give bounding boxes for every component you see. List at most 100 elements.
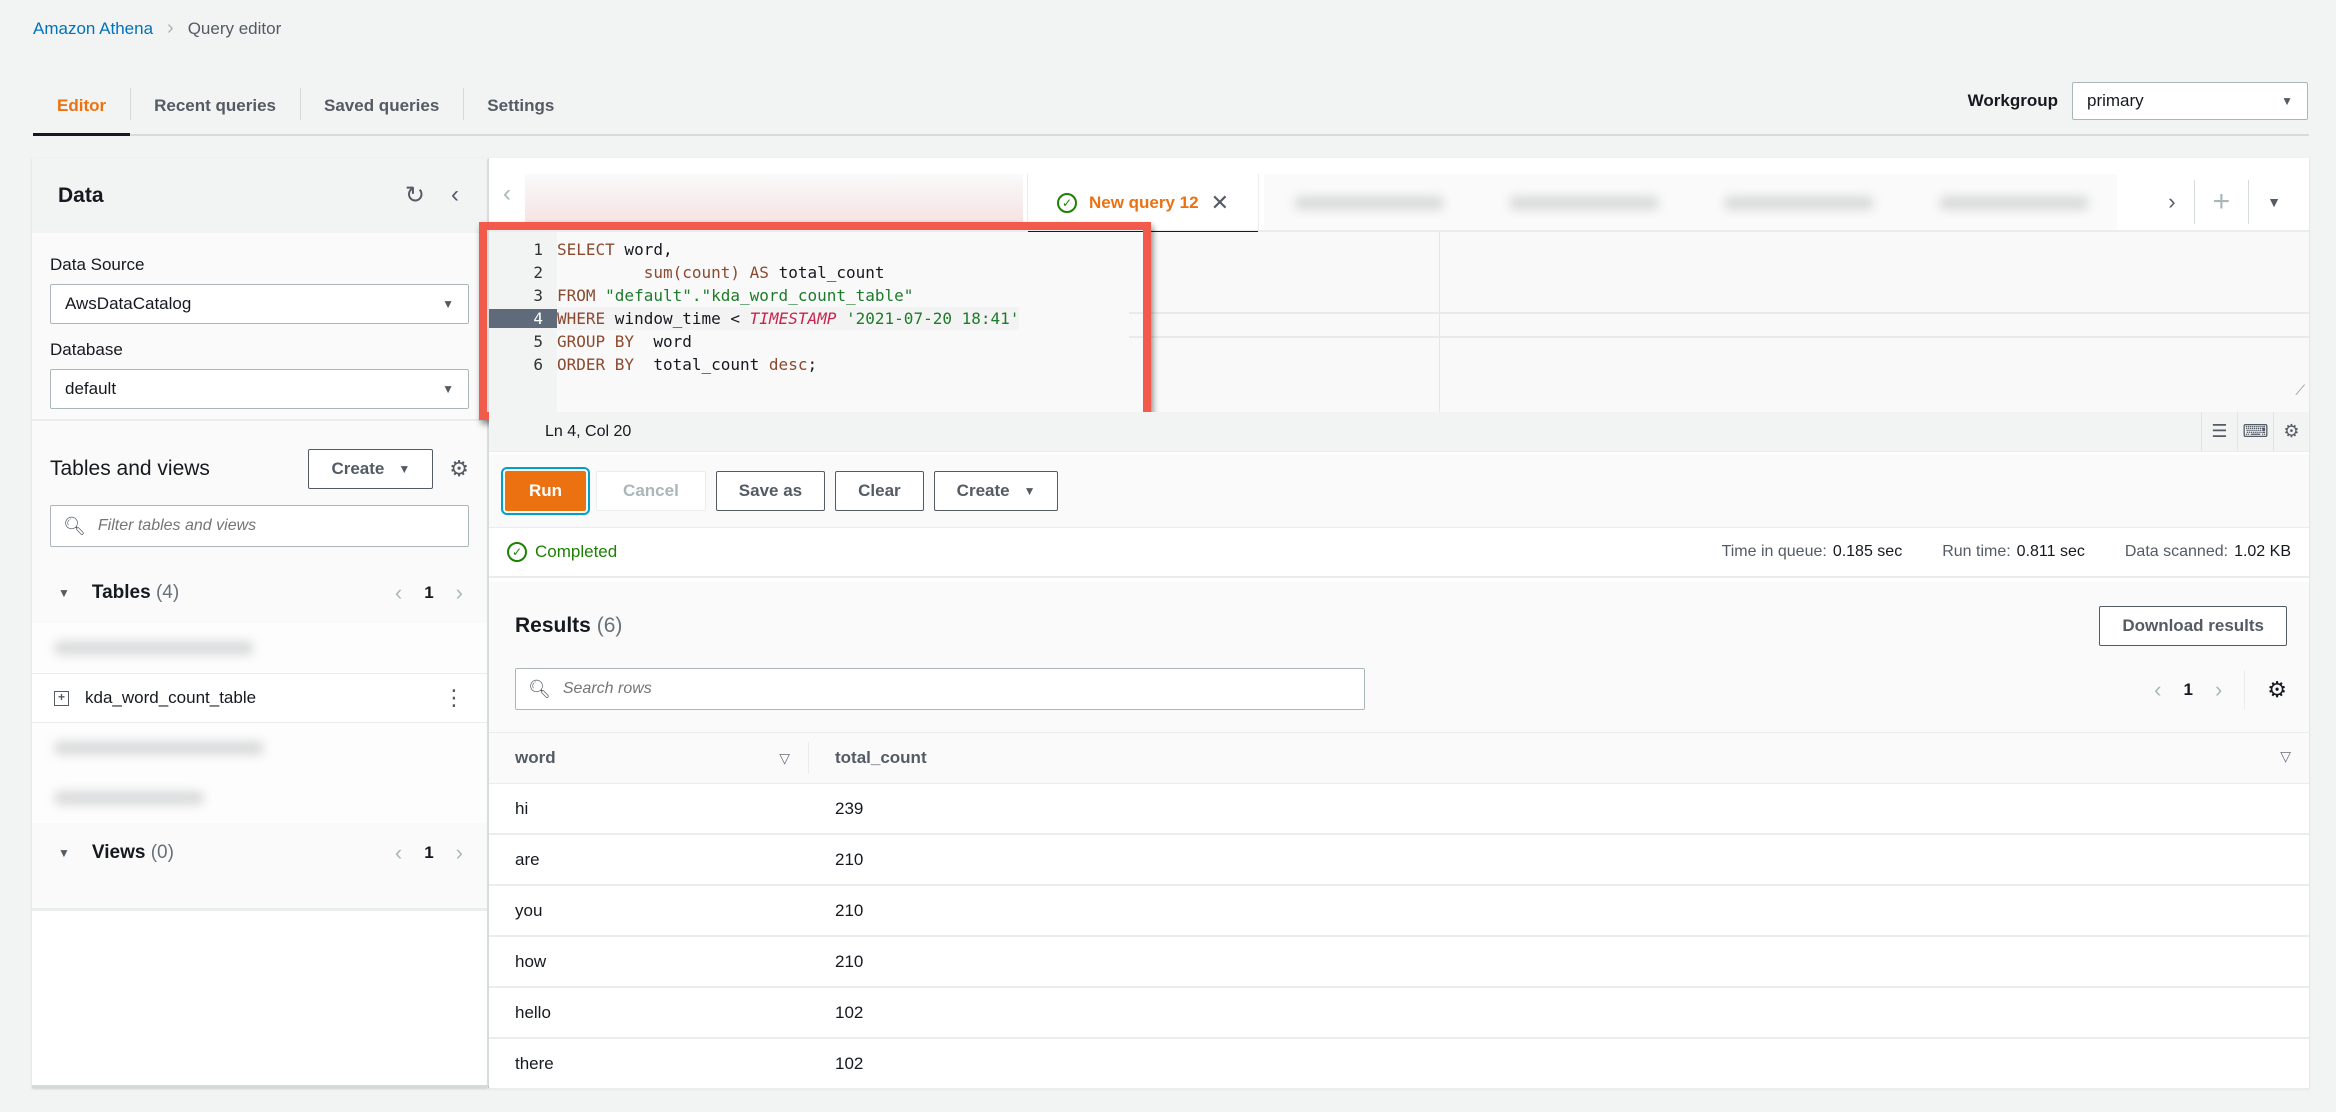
sort-icon[interactable]: ▽ — [779, 750, 790, 767]
database-select[interactable]: default ▼ — [50, 369, 469, 409]
filter-tables-input[interactable] — [97, 517, 456, 535]
cancel-button[interactable]: Cancel — [596, 470, 706, 511]
code-line: 3 FROM "default"."kda_word_count_table" — [489, 284, 1019, 307]
run-time: Run time: 0.811 sec — [1942, 543, 2085, 561]
sql-keyword: WHERE — [557, 309, 606, 328]
search-rows-input[interactable] — [562, 680, 1352, 698]
download-results-button[interactable]: Download results — [2099, 606, 2287, 646]
time-in-queue: Time in queue: 0.185 sec — [1722, 543, 1903, 561]
column-header-word[interactable]: word ▽ — [489, 742, 809, 774]
tables-section-header[interactable]: ▼ Tables (4) ‹ 1 › — [32, 563, 487, 623]
sql-editor[interactable]: 1 SELECT word, 2 sum(count) AS total_cou… — [479, 222, 2309, 420]
format-indent-icon[interactable]: ☰ — [2201, 412, 2237, 451]
settings-gear-icon[interactable]: ⚙ — [449, 456, 469, 482]
prev-page-icon[interactable]: ‹ — [2154, 677, 2161, 703]
editor-divider — [1129, 312, 2309, 314]
results-table-header: word ▽ total_count ▽ — [489, 732, 2309, 784]
table-row[interactable]: you 210 — [489, 886, 2309, 937]
table-preferences-gear-icon[interactable]: ⚙ — [2267, 677, 2287, 703]
tabs-menu-caret-icon[interactable]: ▼ — [2248, 180, 2299, 224]
caret-down-icon: ▼ — [442, 382, 454, 396]
views-section-header[interactable]: ▼ Views (0) ‹ 1 › — [32, 823, 487, 883]
collapse-panel-icon[interactable]: ‹ — [451, 181, 459, 210]
prev-page-icon[interactable]: ‹ — [395, 580, 402, 606]
next-page-icon[interactable]: › — [456, 840, 463, 866]
line-number: 6 — [533, 355, 543, 374]
scroll-tabs-right-icon[interactable]: › — [2150, 180, 2193, 224]
more-actions-icon[interactable]: ⋮ — [443, 685, 465, 711]
tab-settings[interactable]: Settings — [463, 78, 578, 134]
code-line: 2 sum(count) AS total_count — [489, 261, 1019, 284]
keyboard-icon[interactable]: ⌨ — [2237, 412, 2273, 451]
caret-down-icon: ▼ — [58, 586, 70, 600]
sql-keyword: FROM — [557, 286, 596, 305]
table-row[interactable]: how 210 — [489, 937, 2309, 988]
redacted-query-tabs[interactable] — [525, 174, 1023, 230]
tables-and-views-header: Tables and views Create ▼ ⚙ — [32, 449, 487, 489]
scroll-tabs-left-icon[interactable]: ‹ — [503, 180, 511, 208]
table-row[interactable]: hi 239 — [489, 784, 2309, 835]
column-header-total-count[interactable]: total_count ▽ — [809, 748, 2309, 768]
results-table-body: hi 239 are 210 you 210 how 210 hello 102 there 102 — [489, 784, 2309, 1090]
execution-status: ✓ Completed — [507, 542, 617, 562]
sql-string: "default"."kda_word_count_table" — [595, 286, 914, 305]
tables-count: (4) — [155, 582, 180, 603]
sql-type: TIMESTAMP — [749, 309, 837, 328]
results-section: Results (6) Download results 🔍︎ ‹ 1 › ⚙ … — [489, 582, 2309, 1090]
refresh-icon[interactable]: ↻ — [405, 181, 425, 210]
cell-word: there — [515, 1053, 554, 1073]
execution-status-row: ✓ Completed Time in queue: 0.185 sec Run … — [489, 528, 2309, 578]
table-row[interactable]: hello 102 — [489, 988, 2309, 1039]
stat-value: 0.185 sec — [1832, 543, 1903, 560]
query-tab-active[interactable]: ✓ New query 12 ✕ — [1027, 174, 1259, 234]
redacted-query-tabs[interactable] — [1264, 174, 2117, 230]
run-button[interactable]: Run — [500, 466, 591, 515]
column-header-label: word — [515, 748, 556, 767]
data-panel-title: Data — [58, 183, 104, 207]
resize-grip-icon[interactable]: ⟋ — [2295, 382, 2305, 399]
table-row[interactable]: are 210 — [489, 835, 2309, 886]
redacted-table-item[interactable] — [32, 773, 487, 823]
create-button[interactable]: Create ▼ — [933, 470, 1059, 511]
search-icon: 🔍︎ — [63, 515, 86, 536]
redacted-table-item[interactable] — [32, 723, 487, 773]
breadcrumb: Amazon Athena › Query editor — [33, 17, 281, 40]
expand-plus-icon[interactable]: + — [54, 690, 69, 706]
views-page-number[interactable]: 1 — [424, 843, 433, 863]
cell-total-count: 210 — [835, 951, 864, 971]
redacted-table-item[interactable] — [32, 623, 487, 673]
results-page-number[interactable]: 1 — [2183, 680, 2192, 700]
next-page-icon[interactable]: › — [2215, 677, 2222, 703]
close-tab-icon[interactable]: ✕ — [1211, 190, 1229, 216]
editor-settings-gear-icon[interactable]: ⚙ — [2273, 412, 2309, 451]
tab-editor[interactable]: Editor — [33, 78, 131, 136]
sql-text: window_time < — [605, 309, 750, 328]
tables-page-number[interactable]: 1 — [424, 583, 433, 603]
query-tab-controls: › + ▼ — [2150, 174, 2299, 230]
cursor-position: Ln 4, Col 20 — [545, 422, 632, 440]
create-table-button[interactable]: Create ▼ — [308, 449, 434, 489]
breadcrumb-amazon-athena-link[interactable]: Amazon Athena — [33, 19, 153, 39]
sort-icon[interactable]: ▽ — [2280, 748, 2291, 768]
clear-button[interactable]: Clear — [835, 470, 924, 511]
table-row[interactable]: there 102 — [489, 1039, 2309, 1090]
new-tab-plus-icon[interactable]: + — [2193, 180, 2249, 224]
workgroup-select[interactable]: primary ▼ — [2072, 82, 2308, 120]
success-check-icon: ✓ — [1056, 193, 1077, 213]
cell-word: how — [515, 951, 547, 971]
breadcrumb-separator-icon: › — [167, 17, 174, 39]
tab-saved-queries[interactable]: Saved queries — [300, 78, 463, 134]
prev-page-icon[interactable]: ‹ — [395, 840, 402, 866]
save-as-button[interactable]: Save as — [715, 470, 826, 511]
create-label: Create — [331, 459, 385, 478]
stat-value: 1.02 KB — [2234, 543, 2291, 560]
tab-recent-queries[interactable]: Recent queries — [130, 78, 300, 134]
cell-word: hello — [515, 1002, 551, 1022]
cell-word: hi — [515, 798, 529, 818]
database-label: Database — [50, 340, 123, 359]
data-source-select[interactable]: AwsDataCatalog ▼ — [50, 284, 469, 324]
results-count: (6) — [596, 614, 623, 637]
next-page-icon[interactable]: › — [456, 580, 463, 606]
workgroup-value: primary — [2087, 91, 2144, 110]
table-item-kda-word-count-table[interactable]: + kda_word_count_table ⋮ — [32, 673, 487, 723]
